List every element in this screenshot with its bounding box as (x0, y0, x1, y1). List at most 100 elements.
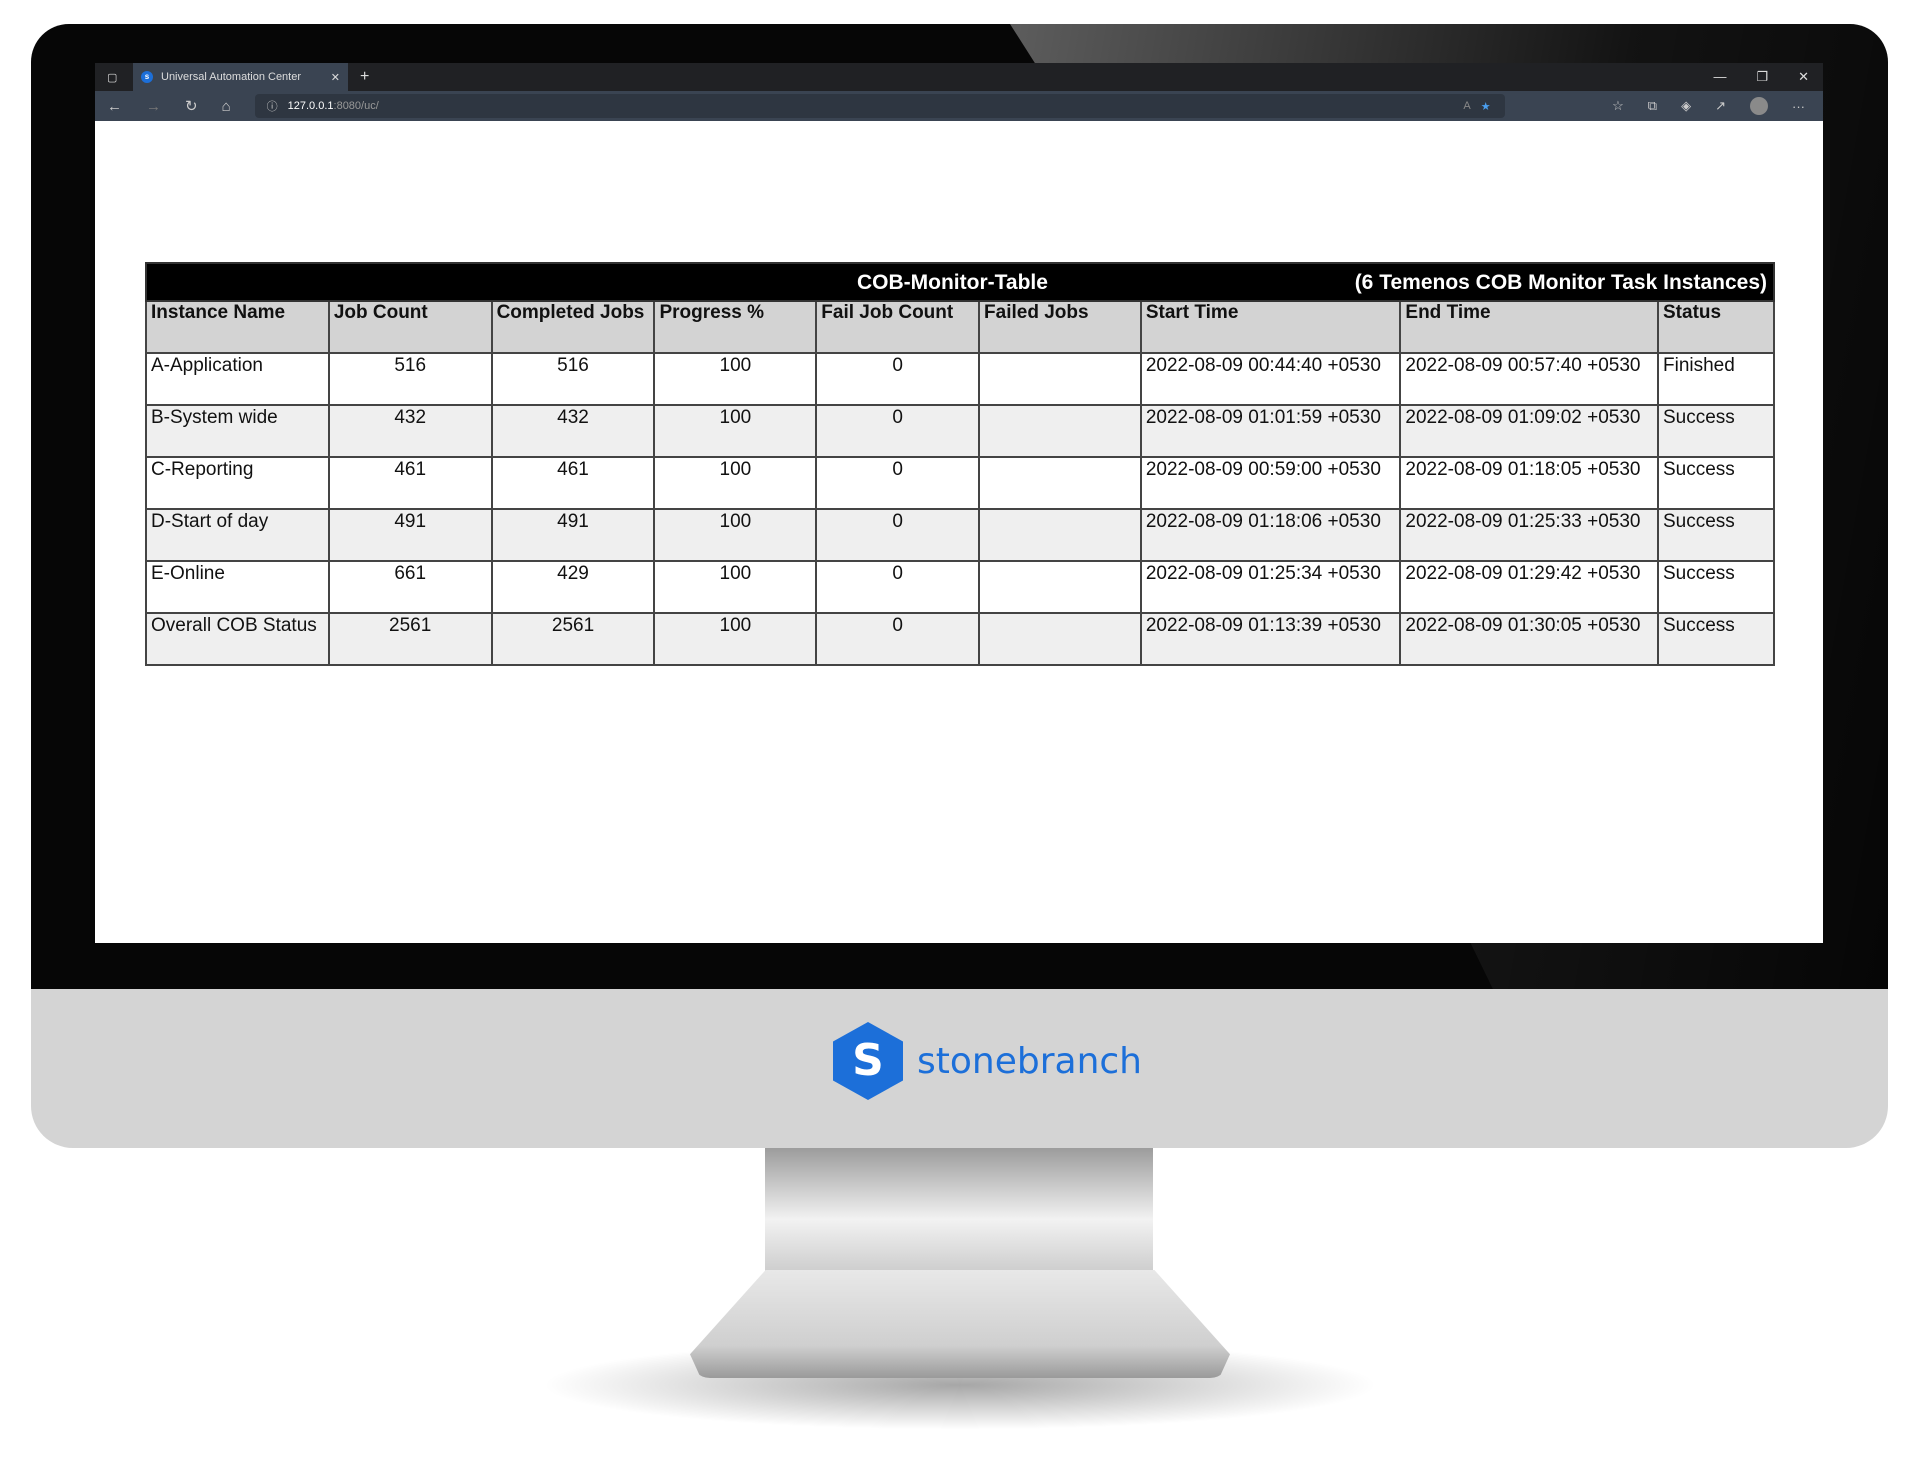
table-cell: 516 (490, 352, 656, 406)
table-cell: 0 (815, 612, 981, 666)
table-cell: 2022-08-09 01:09:02 +0530 (1399, 404, 1659, 458)
more-icon[interactable]: ··· (1792, 99, 1805, 114)
table-cell: 2022-08-09 01:30:05 +0530 (1399, 612, 1659, 666)
column-header: Instance Name (145, 300, 330, 354)
url-path: :8080/uc/ (333, 100, 379, 112)
table-cell: Success (1657, 404, 1775, 458)
monitor-stand-base (690, 1270, 1230, 1378)
table-cell (978, 508, 1142, 562)
table-row: A-Application 516 516 100 0 2022-08-09 00:44:… (145, 352, 1775, 406)
table-cell: 491 (490, 508, 656, 562)
table-cell: 0 (815, 352, 981, 406)
table-cell: 516 (327, 352, 493, 406)
table-caption: COB-Monitor-Table (6 Temenos COB Monitor … (145, 262, 1775, 302)
table-cell: 2022-08-09 01:18:06 +0530 (1139, 508, 1402, 562)
table-row: C-Reporting 461 461 100 0 2022-08-09 00:59:00… (145, 456, 1775, 510)
table-cell: 491 (327, 508, 493, 562)
table-cell: 0 (815, 560, 981, 614)
table-cell: Success (1657, 456, 1775, 510)
table-cell: 0 (815, 508, 981, 562)
table-cell: 100 (653, 508, 818, 562)
address-bar[interactable]: ⓘ 127.0.0.1:8080/uc/ A ★ (254, 94, 1505, 118)
browser-essentials-icon[interactable]: ◈ (1681, 98, 1691, 114)
table-cell (978, 456, 1142, 510)
table-cell: D-Start of day (145, 508, 330, 562)
table-cell: 2022-08-09 01:25:33 +0530 (1399, 508, 1659, 562)
table-cell: 2022-08-09 00:57:40 +0530 (1399, 352, 1659, 406)
column-header: Job Count (327, 300, 493, 354)
table-cell: 2022-08-09 01:13:39 +0530 (1139, 612, 1402, 666)
table-cell: 0 (815, 404, 981, 458)
table-cell: 661 (327, 560, 493, 614)
column-header: Failed Jobs (978, 300, 1142, 354)
table-cell: Overall COB Status (145, 612, 330, 666)
cob-monitor-table: COB-Monitor-Table (6 Temenos COB Monitor … (145, 262, 1775, 666)
table-cell (978, 560, 1142, 614)
table-row: D-Start of day 491 491 100 0 2022-08-09 01:18… (145, 508, 1775, 562)
table-cell: 429 (490, 560, 656, 614)
restore-icon[interactable]: ❐ (1756, 69, 1768, 85)
table-cell: 100 (653, 404, 818, 458)
read-aloud-icon[interactable]: A (1463, 100, 1470, 112)
column-header: Progress % (653, 300, 818, 354)
table-cell: A-Application (145, 352, 330, 406)
collections-icon[interactable]: ⧉ (1648, 98, 1657, 114)
table-row: B-System wide 432 432 100 0 2022-08-09 01:01:… (145, 404, 1775, 458)
table-cell: 2022-08-09 01:18:05 +0530 (1399, 456, 1659, 510)
table-cell: 2022-08-09 00:44:40 +0530 (1139, 352, 1402, 406)
table-cell: Success (1657, 612, 1775, 666)
table-cell: Success (1657, 508, 1775, 562)
close-window-icon[interactable]: ✕ (1798, 69, 1809, 85)
favorites-icon[interactable]: ☆ (1612, 98, 1624, 114)
table-cell: 461 (490, 456, 656, 510)
favicon-icon: s (141, 71, 153, 83)
home-icon[interactable]: ⌂ (222, 98, 231, 115)
share-icon[interactable]: ↗ (1715, 98, 1726, 114)
table-cell: Finished (1657, 352, 1775, 406)
table-cell: 2022-08-09 01:29:42 +0530 (1399, 560, 1659, 614)
table-subtitle: (6 Temenos COB Monitor Task Instances) (1354, 271, 1767, 294)
table-row: Overall COB Status 2561 2561 100 0 2022-08-09… (145, 612, 1775, 666)
tab-actions-icon[interactable]: ▢ (107, 71, 117, 84)
table-cell: 100 (653, 352, 818, 406)
table-cell: 2022-08-09 00:59:00 +0530 (1139, 456, 1402, 510)
table-cell: 461 (327, 456, 493, 510)
nav-bar: ← → ↻ ⌂ ⓘ 127.0.0.1:8080/uc/ A ★ ☆ ⧉ ◈ ↗… (95, 91, 1823, 121)
table-cell: C-Reporting (145, 456, 330, 510)
table-title: COB-Monitor-Table (857, 271, 1048, 294)
brand-name: stonebranch (917, 1040, 1142, 1082)
table-cell: 2022-08-09 01:01:59 +0530 (1139, 404, 1402, 458)
url-host: 127.0.0.1 (287, 100, 334, 112)
table-cell: 2022-08-09 01:25:34 +0530 (1139, 560, 1402, 614)
browser-tab[interactable]: s Universal Automation Center ✕ (133, 63, 348, 91)
table-cell: 432 (490, 404, 656, 458)
table-cell (978, 404, 1142, 458)
new-tab-icon[interactable]: + (360, 68, 369, 86)
table-cell: 100 (653, 612, 818, 666)
tab-bar: ▢ s Universal Automation Center ✕ + — ❐ … (95, 63, 1823, 91)
table-cell: 0 (815, 456, 981, 510)
table-cell (978, 612, 1142, 666)
close-tab-icon[interactable]: ✕ (331, 71, 340, 84)
stonebranch-logo: S stonebranch (833, 1022, 1142, 1100)
monitor-stand-neck (765, 1148, 1153, 1278)
browser-window: ▢ s Universal Automation Center ✕ + — ❐ … (95, 63, 1823, 943)
info-icon[interactable]: ⓘ (267, 98, 278, 114)
favorite-star-icon[interactable]: ★ (1481, 100, 1505, 113)
table-cell (978, 352, 1142, 406)
table-row: E-Online 661 429 100 0 2022-08-09 01:25:34 +0… (145, 560, 1775, 614)
refresh-icon[interactable]: ↻ (185, 97, 198, 115)
back-icon[interactable]: ← (107, 98, 122, 115)
minimize-icon[interactable]: — (1713, 69, 1726, 85)
table-cell: E-Online (145, 560, 330, 614)
table-cell: 100 (653, 456, 818, 510)
table-cell: 100 (653, 560, 818, 614)
column-header: End Time (1399, 300, 1659, 354)
table-cell: B-System wide (145, 404, 330, 458)
column-header: Status (1657, 300, 1775, 354)
tab-title: Universal Automation Center (161, 71, 302, 83)
table-cell: 432 (327, 404, 493, 458)
profile-avatar[interactable] (1750, 97, 1768, 115)
table-cell: 2561 (327, 612, 493, 666)
forward-icon[interactable]: → (146, 98, 161, 115)
